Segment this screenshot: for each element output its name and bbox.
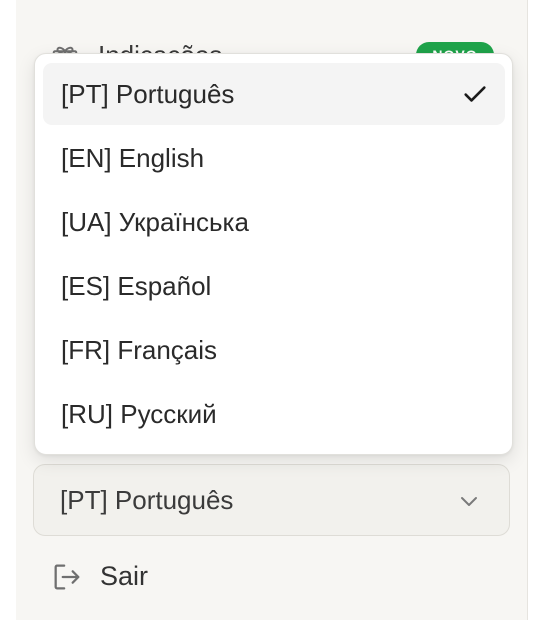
language-option-pt[interactable]: [PT] Português: [43, 63, 505, 125]
language-option-label: [RU] Русский: [61, 398, 217, 429]
check-icon: [464, 86, 486, 102]
language-select[interactable]: [PT] Português: [33, 464, 510, 536]
chevron-down-icon: [461, 497, 477, 506]
logout-icon: [54, 564, 80, 590]
language-option-label: [PT] Português: [61, 78, 235, 109]
language-dropdown: [PT] Português [EN] English [UA] Українс…: [34, 53, 513, 455]
language-option-es[interactable]: [ES] Español: [43, 255, 505, 317]
language-option-label: [UA] Українська: [61, 206, 249, 237]
language-option-ua[interactable]: [UA] Українська: [43, 191, 505, 253]
logout-label: Sair: [100, 561, 149, 591]
language-select-value: [PT] Português: [60, 484, 234, 515]
logout-button[interactable]: Sair: [50, 556, 250, 598]
language-option-ru[interactable]: [RU] Русский: [43, 383, 505, 445]
language-option-label: [FR] Français: [61, 334, 218, 365]
language-option-label: [EN] English: [61, 142, 205, 173]
language-option-label: [ES] Español: [61, 270, 212, 301]
language-option-fr[interactable]: [FR] Français: [43, 319, 505, 381]
language-option-en[interactable]: [EN] English: [43, 127, 505, 189]
